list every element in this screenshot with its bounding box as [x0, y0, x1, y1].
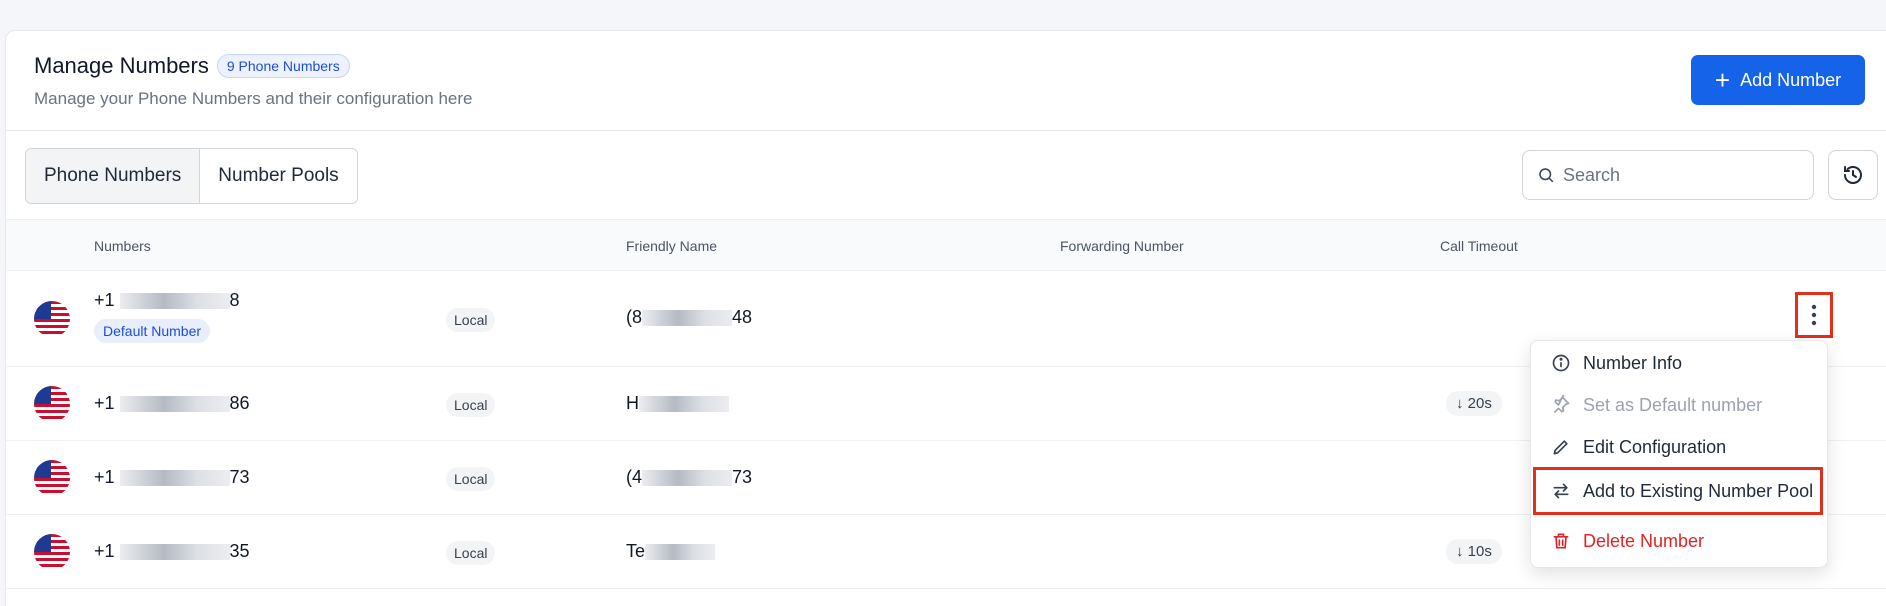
plus-icon: + — [1714, 65, 1731, 95]
column-numbers: Numbers — [94, 238, 151, 254]
type-badge: Local — [446, 467, 496, 491]
trash-icon — [1553, 533, 1569, 549]
table-header: Numbers Friendly Name Forwarding Number … — [6, 219, 1886, 271]
phone-number: +1 35 — [94, 541, 250, 561]
us-flag-icon — [34, 460, 70, 496]
pin-icon — [1553, 395, 1570, 414]
default-number-badge: Default Number — [94, 319, 211, 343]
search-icon — [1539, 168, 1554, 183]
phone-number: +1 86 — [94, 393, 250, 413]
tab-number-pools[interactable]: Number Pools — [199, 149, 356, 203]
column-forwarding-number: Forwarding Number — [1060, 238, 1184, 254]
pencil-icon — [1553, 440, 1568, 455]
us-flag-icon — [34, 301, 70, 337]
call-timeout-badge: ↓ 10s — [1446, 539, 1502, 564]
friendly-name: (4 73 — [626, 467, 753, 487]
tab-group: Phone Numbers Number Pools — [25, 148, 358, 204]
refresh-button[interactable] — [1828, 150, 1878, 200]
menu-item-label: Set as Default number — [1583, 394, 1763, 415]
page-subtitle: Manage your Phone Numbers and their conf… — [34, 89, 473, 108]
add-number-label: Add Number — [1740, 69, 1842, 90]
refresh-icon — [1844, 166, 1862, 184]
us-flag-icon — [34, 534, 70, 570]
menu-item-label: Add to Existing Number Pool — [1583, 480, 1814, 501]
menu-item-label: Edit Configuration — [1583, 436, 1727, 457]
add-number-button[interactable]: + Add Number — [1691, 55, 1865, 105]
type-badge: Local — [446, 541, 496, 565]
column-friendly-name: Friendly Name — [626, 238, 718, 254]
menu-item-add-to-pool[interactable]: Add to Existing Number Pool — [1533, 467, 1823, 515]
menu-item-label: Delete Number — [1583, 530, 1705, 551]
friendly-name: H — [626, 393, 729, 414]
column-call-timeout: Call Timeout — [1440, 238, 1518, 254]
page-title: Manage Numbers — [34, 53, 209, 78]
us-flag-icon — [34, 386, 70, 422]
phone-number: +1 8 — [94, 290, 240, 310]
row-actions-menu: Number Info Set as Default number Edit C… — [1530, 340, 1828, 568]
tab-phone-numbers[interactable]: Phone Numbers — [26, 149, 200, 203]
type-badge: Local — [446, 308, 496, 332]
count-badge: 9 Phone Numbers — [216, 54, 350, 78]
menu-item-label: Number Info — [1583, 352, 1683, 373]
menu-item-delete-number[interactable]: Delete Number — [1541, 521, 1817, 561]
search-box — [1522, 150, 1814, 200]
friendly-name: Te — [626, 541, 716, 562]
search-input[interactable] — [1563, 164, 1793, 186]
friendly-name: (8 48 — [626, 307, 753, 327]
phone-number: +1 73 — [94, 467, 250, 487]
row-actions-kebab-button[interactable] — [1795, 292, 1833, 338]
type-badge: Local — [446, 393, 496, 417]
arrows-swap-icon — [1553, 483, 1569, 499]
title-row: Manage Numbers 9 Phone Numbers — [34, 53, 350, 79]
page-header: Manage Numbers 9 Phone Numbers Manage yo… — [6, 31, 1886, 131]
menu-item-set-default[interactable]: Set as Default number — [1541, 385, 1817, 425]
call-timeout-badge: ↓ 20s — [1446, 391, 1502, 416]
menu-item-number-info[interactable]: Number Info — [1541, 343, 1817, 383]
more-vertical-icon — [1811, 304, 1817, 326]
info-icon — [1552, 354, 1570, 372]
menu-item-edit-configuration[interactable]: Edit Configuration — [1541, 427, 1817, 467]
